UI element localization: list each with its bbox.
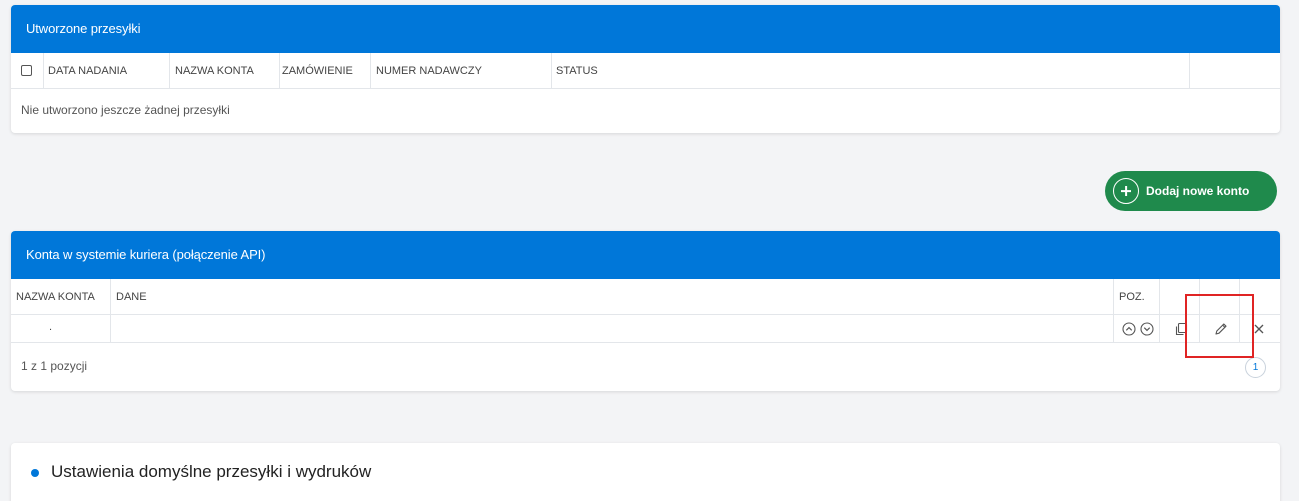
column-header-edit: [1200, 279, 1240, 315]
column-header-status[interactable]: STATUS: [552, 53, 1190, 89]
column-header-delete: [1240, 279, 1280, 315]
empty-shipments-message: Nie utworzono jeszcze żadnej przesyłki: [21, 103, 230, 117]
accounts-panel: Konta w systemie kuriera (połączenie API…: [11, 231, 1280, 391]
accounts-panel-title: Konta w systemie kuriera (połączenie API…: [11, 231, 1280, 279]
copy-cell: [1160, 315, 1200, 343]
accounts-table-header: NAZWA KONTA DANE POZ.: [11, 279, 1280, 315]
select-all-cell: [11, 53, 44, 89]
arrow-up-icon[interactable]: [1122, 322, 1136, 336]
pagination-page-button[interactable]: 1: [1245, 357, 1266, 378]
column-header-account-name[interactable]: NAZWA KONTA: [170, 53, 280, 89]
shipments-table-header: DATA NADANIA NAZWA KONTA ZAMÓWIENIE NUME…: [11, 53, 1280, 89]
column-header-position[interactable]: POZ.: [1114, 279, 1160, 315]
column-header-account-name[interactable]: NAZWA KONTA: [11, 279, 111, 315]
account-name: .: [49, 321, 53, 333]
edit-cell: [1200, 315, 1240, 343]
account-name-cell: .: [11, 315, 111, 343]
column-header-copy: [1160, 279, 1200, 315]
delete-cell: [1240, 315, 1280, 343]
plus-icon: [1113, 178, 1139, 204]
accounts-table-footer: 1 z 1 pozycji 1: [11, 343, 1280, 390]
close-icon[interactable]: [1254, 324, 1264, 334]
position-cell: [1114, 315, 1160, 343]
defaults-section-title[interactable]: Ustawienia domyślne przesyłki i wydruków: [51, 462, 371, 482]
account-data-cell: [111, 315, 1114, 343]
column-header-tracking-number[interactable]: NUMER NADAWCZY: [371, 53, 552, 89]
section-bullet: [31, 469, 39, 477]
pencil-icon[interactable]: [1214, 322, 1228, 336]
copy-icon[interactable]: [1174, 322, 1188, 336]
select-all-checkbox[interactable]: [21, 65, 32, 76]
pagination-count: 1 z 1 pozycji: [21, 359, 88, 373]
arrow-down-icon[interactable]: [1140, 322, 1154, 336]
column-header-order[interactable]: ZAMÓWIENIE: [280, 53, 371, 89]
column-header-data[interactable]: DANE: [111, 279, 1114, 315]
defaults-section: Ustawienia domyślne przesyłki i wydruków: [11, 443, 1280, 501]
add-account-button-label: Dodaj nowe konto: [1146, 184, 1250, 198]
shipments-panel: Utworzone przesyłki DATA NADANIA NAZWA K…: [11, 5, 1280, 133]
column-header-send-date[interactable]: DATA NADANIA: [44, 53, 170, 89]
add-account-button[interactable]: Dodaj nowe konto: [1105, 171, 1277, 211]
table-row: .: [11, 315, 1280, 343]
shipments-panel-title: Utworzone przesyłki: [11, 5, 1280, 53]
